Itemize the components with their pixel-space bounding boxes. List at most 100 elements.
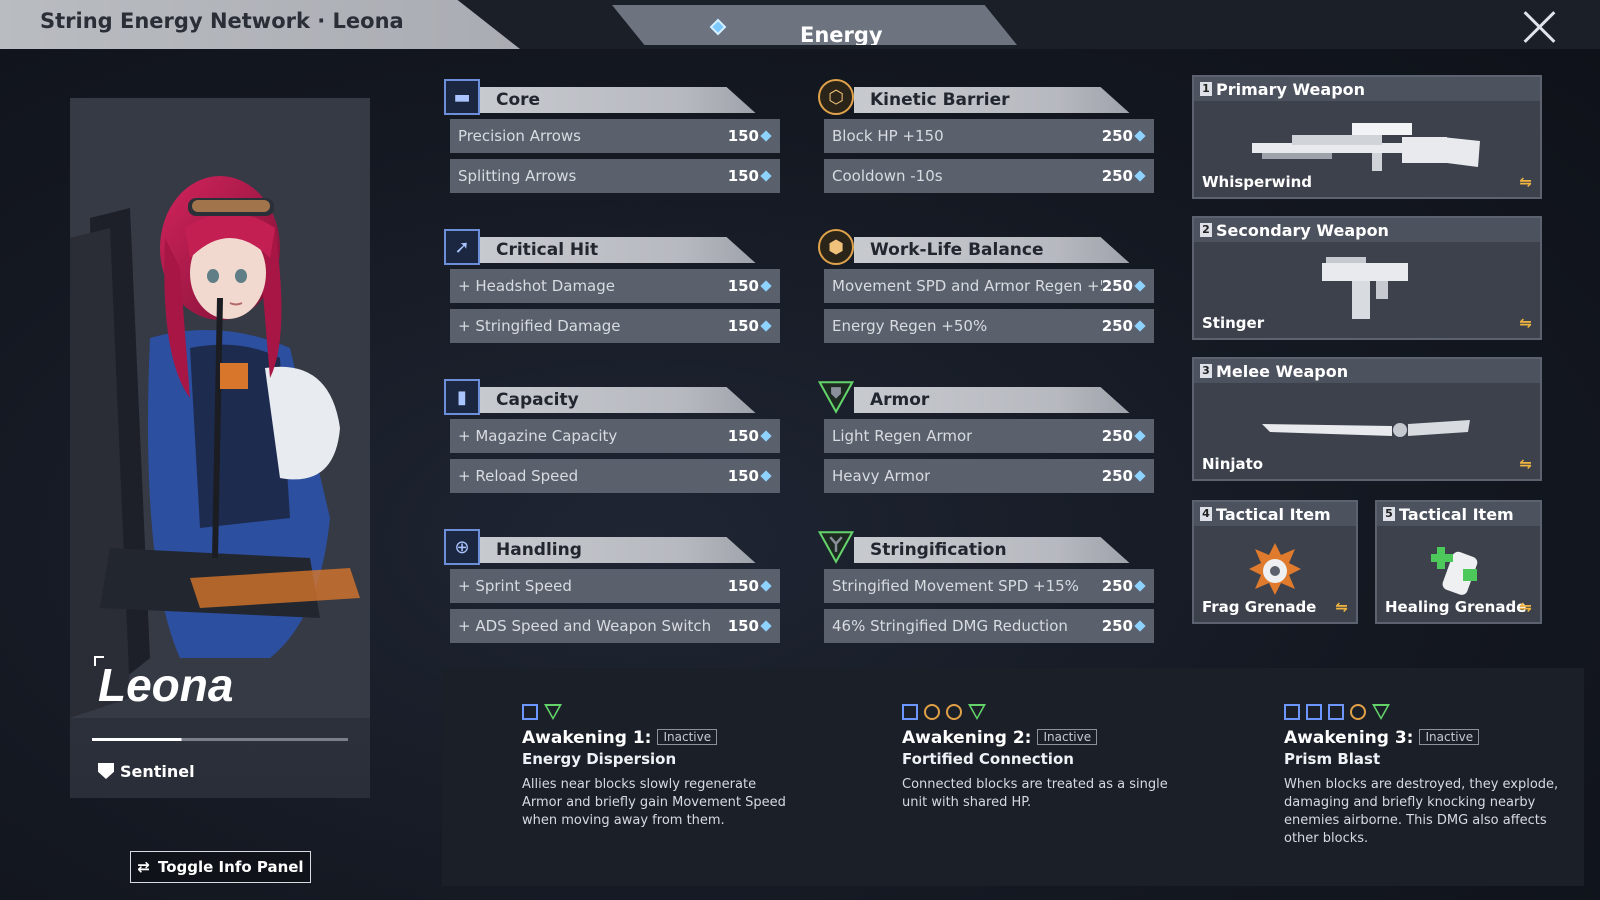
energy-diamond-icon	[760, 320, 772, 332]
top-bar: String Energy Network · Leona Energy Poi…	[0, 0, 1600, 49]
skill-cost: 150	[728, 277, 772, 295]
string-triangle-icon	[818, 529, 854, 565]
square-icon	[522, 704, 538, 720]
skill-label: + Magazine Capacity	[458, 427, 618, 445]
skill-row[interactable]: + Sprint Speed 150	[450, 569, 780, 603]
skill-row[interactable]: + ADS Speed and Weapon Switch 150	[450, 609, 780, 643]
skill-row[interactable]: + Stringified Damage 150	[450, 309, 780, 343]
awakening-title: Awakening 3: Inactive	[1284, 728, 1580, 748]
skill-row[interactable]: Cooldown -10s 250	[824, 159, 1154, 193]
energy-diamond-icon	[1134, 470, 1146, 482]
skill-label: Energy Regen +50%	[832, 317, 988, 335]
skill-cost: 150	[728, 577, 772, 595]
skill-cost: 150	[728, 467, 772, 485]
slot-number: 1	[1200, 82, 1212, 96]
melee-weapon-slot[interactable]: 3 Melee Weapon Ninjato ⇋	[1192, 357, 1542, 481]
smg-icon	[1322, 256, 1408, 319]
skill-row[interactable]: Light Regen Armor 250	[824, 419, 1154, 453]
group-title: Kinetic Barrier	[870, 90, 1010, 110]
slot-number: 3	[1200, 364, 1212, 378]
group-stringification: Stringification Stringified Movement SPD…	[818, 529, 1154, 643]
skill-cost: 150	[728, 127, 772, 145]
weapon-name: Stinger	[1202, 314, 1265, 332]
group-title: Capacity	[496, 390, 579, 410]
group-handling: ⊕ Handling + Sprint Speed 150 + ADS Speed…	[444, 529, 780, 643]
skill-row[interactable]: Movement SPD and Armor Regen +5(250	[824, 269, 1154, 303]
weapon-name: Ninjato	[1202, 455, 1264, 473]
primary-weapon-slot[interactable]: 1 Primary Weapon Whisperwind ⇋	[1192, 75, 1542, 199]
energy-diamond-icon	[760, 470, 772, 482]
secondary-weapon-slot[interactable]: 2 Secondary Weapon Stinger ⇋	[1192, 216, 1542, 340]
energy-diamond-icon	[760, 430, 772, 442]
skill-row[interactable]: 46% Stringified DMG Reduction 250	[824, 609, 1154, 643]
swap-icon[interactable]: ⇋	[1519, 314, 1532, 332]
slot-title: Melee Weapon	[1216, 361, 1349, 381]
energy-diamond-icon	[1134, 130, 1146, 142]
skill-label: + Reload Speed	[458, 467, 579, 485]
skill-row[interactable]: Heavy Armor 250	[824, 459, 1154, 493]
awakening-description: Connected blocks are treated as a single…	[902, 777, 1168, 810]
tactical-item-slot-4[interactable]: 4 Tactical Item Frag Grenade ⇋	[1192, 500, 1358, 624]
energy-points-display: Energy Points: 9999	[612, 5, 1017, 45]
toggle-info-panel-button[interactable]: ⇄ Toggle Info Panel	[130, 851, 311, 883]
square-icon	[1328, 704, 1344, 720]
skill-row[interactable]: Block HP +150 250	[824, 119, 1154, 153]
skill-cost: 250	[1102, 317, 1146, 335]
swap-icon[interactable]: ⇋	[1335, 598, 1348, 616]
slot-title: Tactical Item	[1399, 504, 1514, 524]
group-critical-hit: ➚ Critical Hit + Headshot Damage 150 + St…	[444, 229, 780, 343]
skill-row[interactable]: Precision Arrows 150	[450, 119, 780, 153]
energy-diamond-icon	[1134, 580, 1146, 592]
character-card: Leona Sentinel	[70, 98, 370, 798]
swap-icon[interactable]: ⇋	[1519, 455, 1532, 473]
toggle-info-panel-label: Toggle Info Panel	[158, 858, 304, 876]
awakening-1: Awakening 1: Inactive Energy Dispersion A…	[522, 704, 792, 830]
skill-label: Light Regen Armor	[832, 427, 973, 445]
frag-grenade-icon	[1249, 543, 1301, 596]
skill-row[interactable]: Stringified Movement SPD +15% 250	[824, 569, 1154, 603]
skill-row[interactable]: + Magazine Capacity 150	[450, 419, 780, 453]
weapon-name: Whisperwind	[1202, 173, 1313, 191]
katana-icon	[1262, 419, 1470, 437]
group-title: Critical Hit	[496, 240, 599, 260]
group-title: Handling	[496, 540, 582, 560]
awakening-title: Awakening 2: Inactive	[902, 728, 1192, 748]
skill-row[interactable]: Energy Regen +50% 250	[824, 309, 1154, 343]
status-badge: Inactive	[1037, 729, 1098, 745]
skill-row[interactable]: + Headshot Damage 150	[450, 269, 780, 303]
magazine-icon: ▮	[444, 379, 480, 415]
skill-row[interactable]: + Reload Speed 150	[450, 459, 780, 493]
skill-label: Heavy Armor	[832, 467, 931, 485]
group-title: Armor	[870, 390, 930, 410]
close-button[interactable]	[1520, 6, 1560, 46]
group-title: Core	[496, 90, 541, 110]
awakening-requirements	[1284, 704, 1580, 720]
skill-label: Splitting Arrows	[458, 167, 577, 185]
skill-label: Movement SPD and Armor Regen +5(	[832, 277, 1102, 295]
item-name: Healing Grenade	[1385, 598, 1527, 616]
swap-icon[interactable]: ⇋	[1519, 173, 1532, 191]
group-kinetic-barrier: ⬡ Kinetic Barrier Block HP +150 250 Coold…	[818, 79, 1154, 193]
swap-icon[interactable]: ⇋	[1519, 598, 1532, 616]
circle-icon	[924, 704, 940, 720]
skill-label: Cooldown -10s	[832, 167, 943, 185]
energy-diamond-icon	[760, 620, 772, 632]
role-label: Sentinel	[120, 762, 195, 781]
shield-triangle-icon	[818, 379, 854, 415]
tactical-item-slot-5[interactable]: 5 Tactical Item Healing Grenade ⇋	[1375, 500, 1542, 624]
slot-title: Primary Weapon	[1216, 79, 1366, 99]
energy-diamond-icon	[760, 280, 772, 292]
group-core: ▬ Core Precision Arrows 150 Splitting Arr…	[444, 79, 780, 193]
page-title: String Energy Network · Leona	[40, 9, 404, 33]
skill-cost: 150	[728, 167, 772, 185]
skill-label: Block HP +150	[832, 127, 944, 145]
skill-cost: 250	[1102, 127, 1146, 145]
skill-label: 46% Stringified DMG Reduction	[832, 617, 1068, 635]
slot-number: 2	[1200, 223, 1212, 237]
cube-icon: ⬡	[818, 79, 854, 115]
energy-diamond-icon	[709, 18, 727, 36]
skill-label: + Sprint Speed	[458, 577, 572, 595]
awakening-description: Allies near blocks slowly regenerate Arm…	[522, 777, 786, 828]
awakenings-panel: Awakening 1: Inactive Energy Dispersion A…	[442, 668, 1584, 886]
skill-row[interactable]: Splitting Arrows 150	[450, 159, 780, 193]
